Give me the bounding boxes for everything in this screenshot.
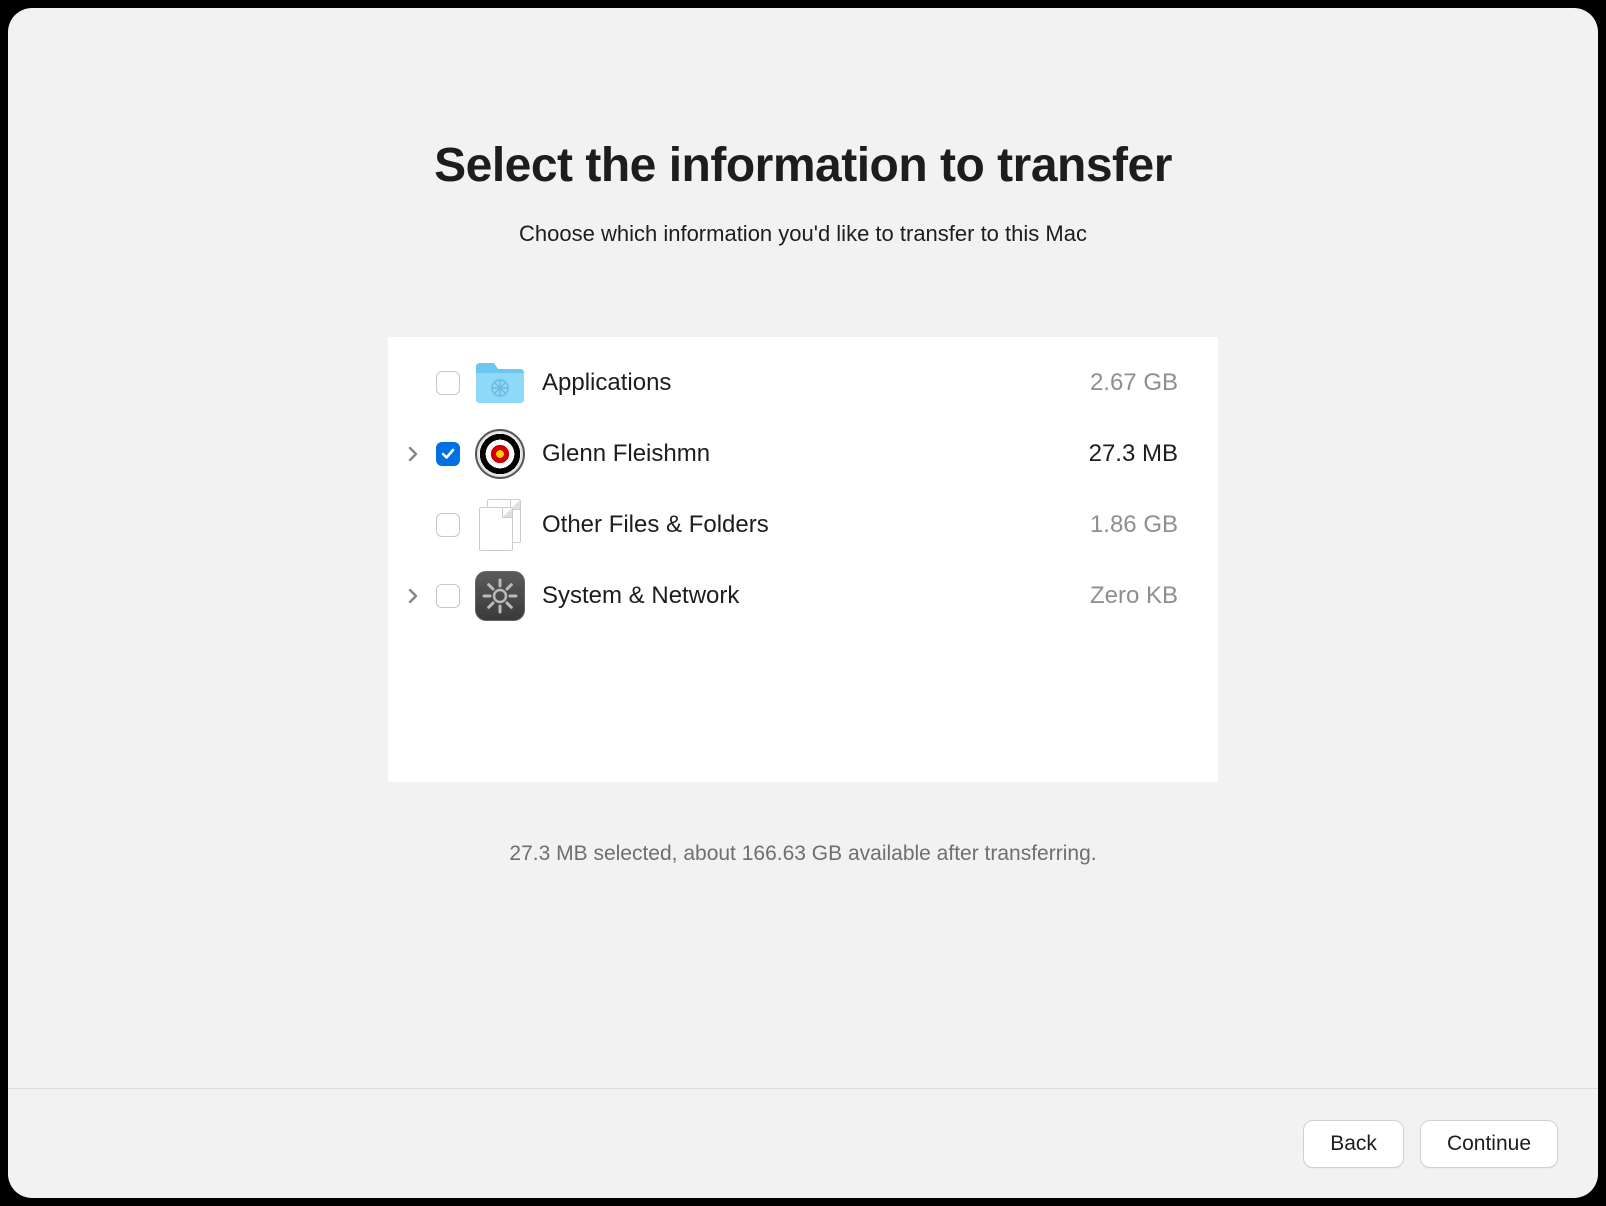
page-subtitle: Choose which information you'd like to t… (519, 221, 1087, 247)
page-title: Select the information to transfer (434, 138, 1172, 193)
list-item-user[interactable]: Glenn Fleishmn 27.3 MB (388, 418, 1218, 489)
user-target-icon (468, 428, 532, 480)
checkmark-icon (441, 447, 455, 461)
system-settings-icon (468, 570, 532, 622)
item-label: Applications (532, 369, 1058, 397)
item-label: Glenn Fleishmn (532, 440, 1058, 468)
continue-button[interactable]: Continue (1420, 1120, 1558, 1168)
checkbox-applications[interactable] (436, 371, 460, 395)
back-button[interactable]: Back (1303, 1120, 1404, 1168)
list-item-applications[interactable]: Applications 2.67 GB (388, 347, 1218, 418)
list-item-system-network[interactable]: System & Network Zero KB (388, 560, 1218, 631)
checkbox-cell (428, 442, 468, 466)
checkbox-other-files[interactable] (436, 513, 460, 537)
transfer-list: Applications 2.67 GB (388, 337, 1218, 782)
gear-icon (480, 576, 520, 616)
item-label: Other Files & Folders (532, 511, 1058, 539)
checkbox-system-network[interactable] (436, 584, 460, 608)
item-size: Zero KB (1058, 582, 1178, 610)
status-text: 27.3 MB selected, about 166.63 GB availa… (509, 842, 1096, 866)
chevron-right-icon (408, 447, 418, 461)
disclosure-cell[interactable] (398, 589, 428, 603)
chevron-right-icon (408, 589, 418, 603)
documents-icon (468, 499, 532, 551)
checkbox-cell (428, 513, 468, 537)
item-size: 27.3 MB (1058, 440, 1178, 468)
list-item-other-files[interactable]: Other Files & Folders 1.86 GB (388, 489, 1218, 560)
footer: Back Continue (8, 1088, 1598, 1198)
content-area: Select the information to transfer Choos… (8, 8, 1598, 1088)
checkbox-cell (428, 584, 468, 608)
applications-folder-icon (468, 357, 532, 409)
migration-assistant-window: Select the information to transfer Choos… (8, 8, 1598, 1198)
item-label: System & Network (532, 582, 1058, 610)
checkbox-user[interactable] (436, 442, 460, 466)
checkbox-cell (428, 371, 468, 395)
disclosure-cell[interactable] (398, 447, 428, 461)
item-size: 2.67 GB (1058, 369, 1178, 397)
item-size: 1.86 GB (1058, 511, 1178, 539)
